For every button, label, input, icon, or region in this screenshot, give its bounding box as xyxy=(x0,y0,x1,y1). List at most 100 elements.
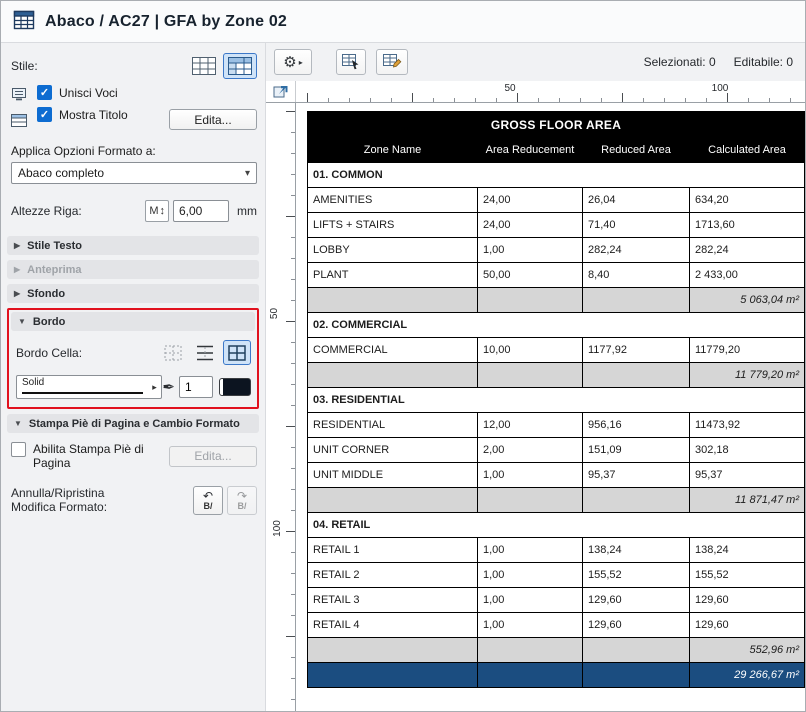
checkbox-box[interactable]: ✓ xyxy=(11,442,26,457)
checkbox-box[interactable]: ✓ xyxy=(37,107,52,122)
value-cell[interactable]: 1,00 xyxy=(478,613,583,638)
value-cell[interactable]: 155,52 xyxy=(583,563,690,588)
section-text-style[interactable]: ▶ Stile Testo xyxy=(7,236,259,255)
value-cell[interactable]: 2,00 xyxy=(478,438,583,463)
group-name-cell[interactable]: 02. COMMERCIAL xyxy=(308,313,805,338)
style-plain-table-button[interactable] xyxy=(187,53,221,79)
horizontal-ruler[interactable]: 50 100 xyxy=(266,81,805,103)
value-cell[interactable]: 138,24 xyxy=(583,538,690,563)
value-cell[interactable]: 129,60 xyxy=(690,588,805,613)
zone-name-cell[interactable]: UNIT MIDDLE xyxy=(308,463,478,488)
section-preview[interactable]: ▶ Anteprima xyxy=(7,260,259,279)
border-none-button[interactable] xyxy=(159,340,187,365)
ruler-options-button[interactable] xyxy=(266,81,296,102)
value-cell[interactable]: 95,37 xyxy=(583,463,690,488)
value-cell[interactable]: 282,24 xyxy=(690,238,805,263)
zone-name-cell[interactable]: RETAIL 3 xyxy=(308,588,478,613)
value-cell[interactable]: 50,00 xyxy=(478,263,583,288)
text-height-button[interactable]: M ↕ xyxy=(145,200,169,222)
value-cell[interactable]: 1,00 xyxy=(478,588,583,613)
value-cell[interactable]: 24,00 xyxy=(478,188,583,213)
value-cell[interactable]: 2 433,00 xyxy=(690,263,805,288)
column-header-cell[interactable]: Zone Name xyxy=(308,138,478,163)
scheme-settings-button[interactable]: ⚙ ▸ xyxy=(274,49,312,75)
border-horizontal-button[interactable] xyxy=(191,340,219,365)
undo-format-button[interactable]: ↶ B/ xyxy=(193,486,223,515)
enable-footer-checkbox[interactable]: ✓ Abilita Stampa Piè di Pagina xyxy=(11,442,151,470)
selected-count-label: Selezionati: 0 xyxy=(644,55,716,69)
value-cell[interactable]: 1713,60 xyxy=(690,213,805,238)
merge-items-checkbox[interactable]: ✓ Unisci Voci xyxy=(37,85,128,100)
value-cell[interactable]: 8,40 xyxy=(583,263,690,288)
line-type-select[interactable]: Solid ▸ xyxy=(16,375,162,399)
subtotal-empty-cell xyxy=(308,488,478,513)
redo-format-button[interactable]: ↷ B/ xyxy=(227,486,257,515)
zone-name-cell[interactable]: RETAIL 1 xyxy=(308,538,478,563)
zone-name-cell[interactable]: AMENITIES xyxy=(308,188,478,213)
section-border[interactable]: ▼ Bordo xyxy=(11,312,255,331)
value-cell[interactable]: 302,18 xyxy=(690,438,805,463)
value-cell[interactable]: 956,16 xyxy=(583,413,690,438)
apply-format-select[interactable]: Abaco completo ▾ xyxy=(11,162,257,184)
table-select-icon xyxy=(342,54,360,70)
border-all-button[interactable] xyxy=(223,340,251,365)
section-footer-format[interactable]: ▼ Stampa Piè di Pagina e Cambio Formato xyxy=(7,414,259,433)
value-cell[interactable]: 1,00 xyxy=(478,563,583,588)
style-formatted-table-button[interactable] xyxy=(223,53,257,79)
value-cell[interactable]: 1177,92 xyxy=(583,338,690,363)
value-cell[interactable]: 151,09 xyxy=(583,438,690,463)
value-cell[interactable]: 129,60 xyxy=(690,613,805,638)
value-cell[interactable]: 155,52 xyxy=(690,563,805,588)
plain-table-icon xyxy=(192,57,216,75)
value-cell[interactable]: 138,24 xyxy=(690,538,805,563)
zone-name-cell[interactable]: COMMERCIAL xyxy=(308,338,478,363)
value-cell[interactable]: 129,60 xyxy=(583,613,690,638)
horizontal-ruler-scale[interactable]: 50 100 xyxy=(296,81,805,102)
value-cell[interactable]: 26,04 xyxy=(583,188,690,213)
column-header-cell[interactable]: Reduced Area xyxy=(583,138,690,163)
undo-icon: ↶ xyxy=(203,491,213,501)
group-name-cell[interactable]: 01. COMMON xyxy=(308,163,805,188)
zone-name-cell[interactable]: RESIDENTIAL xyxy=(308,413,478,438)
zone-name-cell[interactable]: RETAIL 4 xyxy=(308,613,478,638)
value-cell[interactable]: 634,20 xyxy=(690,188,805,213)
edit-footer-button[interactable]: Edita... xyxy=(169,446,257,467)
show-title-checkbox[interactable]: ✓ Mostra Titolo xyxy=(37,107,128,122)
zone-name-cell[interactable]: RETAIL 2 xyxy=(308,563,478,588)
zone-data-row: LOBBY1,00282,24282,24 xyxy=(308,238,805,263)
value-cell[interactable]: 11473,92 xyxy=(690,413,805,438)
subtotal-row: 552,96 m² xyxy=(308,638,805,663)
checkbox-box[interactable]: ✓ xyxy=(37,85,52,100)
pen-number-input[interactable] xyxy=(179,376,213,398)
row-height-input[interactable] xyxy=(173,200,229,222)
value-cell[interactable]: 11779,20 xyxy=(690,338,805,363)
value-cell[interactable]: 10,00 xyxy=(478,338,583,363)
zone-name-cell[interactable]: UNIT CORNER xyxy=(308,438,478,463)
group-name-cell[interactable]: 03. RESIDENTIAL xyxy=(308,388,805,413)
column-header-cell[interactable]: Calculated Area xyxy=(690,138,805,163)
value-cell[interactable]: 95,37 xyxy=(690,463,805,488)
value-cell[interactable]: 1,00 xyxy=(478,463,583,488)
zone-data-row: PLANT50,008,402 433,00 xyxy=(308,263,805,288)
pen-color-swatch[interactable] xyxy=(219,378,251,396)
column-header-cell[interactable]: Area Reducement xyxy=(478,138,583,163)
section-label: Stile Testo xyxy=(27,240,82,252)
subtotal-empty-cell xyxy=(583,363,690,388)
schedule-canvas[interactable]: GROSS FLOOR AREA Zone NameArea Reducemen… xyxy=(296,103,805,711)
value-cell[interactable]: 282,24 xyxy=(583,238,690,263)
value-cell[interactable]: 1,00 xyxy=(478,238,583,263)
vertical-ruler[interactable]: 50 100 xyxy=(266,103,296,711)
value-cell[interactable]: 1,00 xyxy=(478,538,583,563)
edit-title-button[interactable]: Edita... xyxy=(169,109,257,130)
value-cell[interactable]: 71,40 xyxy=(583,213,690,238)
value-cell[interactable]: 129,60 xyxy=(583,588,690,613)
zone-name-cell[interactable]: LIFTS + STAIRS xyxy=(308,213,478,238)
select-on-model-button[interactable] xyxy=(336,49,366,75)
value-cell[interactable]: 24,00 xyxy=(478,213,583,238)
section-background[interactable]: ▶ Sfondo xyxy=(7,284,259,303)
value-cell[interactable]: 12,00 xyxy=(478,413,583,438)
zone-name-cell[interactable]: LOBBY xyxy=(308,238,478,263)
apply-format-options-button[interactable] xyxy=(376,49,408,75)
group-name-cell[interactable]: 04. RETAIL xyxy=(308,513,805,538)
zone-name-cell[interactable]: PLANT xyxy=(308,263,478,288)
